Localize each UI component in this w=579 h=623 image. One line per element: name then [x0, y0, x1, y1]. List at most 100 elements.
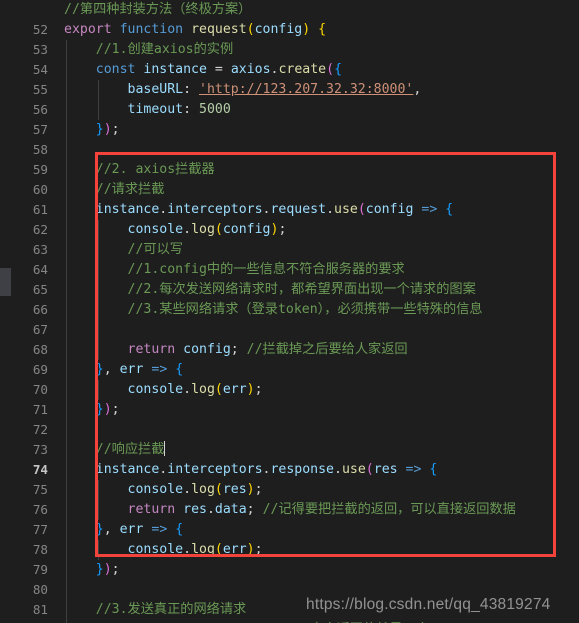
variable-token: instance — [143, 62, 207, 77]
keyword-token: function — [119, 22, 184, 37]
line-content: //3.某些网络请求（登录token），必须携带一些特殊的信息 — [64, 300, 483, 320]
line-content: }); — [95, 122, 120, 137]
code-line[interactable]: 65 //1.config中的一些信息不符合服务器的要求 — [0, 260, 579, 297]
code-line[interactable]: 61 //请求拦截 — [0, 180, 579, 217]
variable-token: console — [127, 542, 184, 557]
line-content: //2. axios拦截器 — [64, 160, 215, 180]
text-caret — [164, 441, 166, 456]
comment-token: //请求拦截 — [95, 182, 165, 197]
line-content: }, err => { — [95, 362, 184, 377]
code-line[interactable]: 70 }, err => { — [0, 360, 579, 397]
code-line[interactable]: 68 — [0, 320, 579, 357]
arrow-token: => — [151, 362, 168, 377]
variable-token: res — [183, 502, 207, 517]
code-line[interactable]: 56 baseURL: 'http://123.207.32.32:8000', — [0, 80, 579, 117]
function-token: create — [278, 62, 327, 77]
arrow-token: => — [405, 462, 422, 477]
comment-token: //记得要把拦截的返回，可以直接返回数据 — [262, 502, 516, 517]
comment-token: //1.创建axios的实例 — [95, 42, 234, 57]
line-content: //3.发送真正的网络请求 — [64, 600, 246, 620]
code-line[interactable]: 62 instance.interceptors.request.use(con… — [0, 200, 579, 237]
code-line[interactable]: 55 const instance = axios.create({ — [0, 60, 579, 97]
line-content: return config; //拦截掉之后要给人家返回 — [127, 342, 408, 357]
line-content: baseURL: 'http://123.207.32.32:8000', — [127, 82, 422, 97]
line-content: instance.interceptors.request.use(config… — [95, 202, 454, 217]
comment-token: //2.每次发送网络请求时，都希望界面出现一个请求的图案 — [127, 282, 476, 297]
line-content: console.log(err); — [127, 382, 263, 397]
code-line[interactable]: 58 }); — [0, 120, 579, 157]
comment-token: //第四种封装方法（终极方案） — [64, 2, 252, 17]
number-token: 5000 — [199, 102, 231, 117]
line-content: //1.config中的一些信息不符合服务器的要求 — [64, 260, 405, 280]
variable-token: config — [365, 202, 414, 217]
code-line[interactable]: 75 instance.interceptors.response.use(re… — [0, 460, 579, 497]
code-line[interactable]: 77 return res.data; //记得要把拦截的返回，可以直接返回数据 — [0, 500, 579, 537]
code-line[interactable]: 82 //3.发送真正的网络请求 — [0, 600, 579, 623]
code-line[interactable]: 81 — [0, 580, 579, 617]
vertical-scrollbar[interactable] — [0, 0, 12, 623]
line-content: //响应拦截 — [64, 440, 166, 460]
code-line[interactable]: 73 — [0, 420, 579, 457]
variable-token: err — [119, 522, 144, 537]
variable-token: axios — [230, 62, 271, 77]
scrollbar-thumb[interactable] — [0, 268, 11, 296]
line-content: const instance = axios.create({ — [95, 62, 343, 77]
code-line[interactable]: 67 //3.某些网络请求（登录token），必须携带一些特殊的信息 — [0, 300, 579, 337]
line-content: //可以写 — [64, 240, 183, 260]
function-token: log — [191, 542, 215, 557]
variable-token: err — [119, 362, 144, 377]
variable-token: instance — [95, 462, 160, 477]
code-line[interactable]: 52 //第四种封装方法（终极方案） — [0, 0, 579, 37]
code-line[interactable]: 78 }, err => { — [0, 520, 579, 557]
code-line[interactable]: 63 console.log(config); — [0, 220, 579, 257]
code-line[interactable]: 79 console.log(err); — [0, 540, 579, 577]
code-line[interactable]: 53 export function request(config) { — [0, 20, 579, 57]
function-token: log — [191, 382, 215, 397]
variable-token: err — [222, 542, 247, 557]
comment-token: //3.发送真正的网络请求 — [95, 602, 247, 617]
variable-token: console — [127, 382, 184, 397]
property-token: baseURL — [127, 82, 184, 97]
line-content: }); — [95, 402, 120, 417]
property-token: interceptors — [167, 462, 263, 477]
code-line[interactable]: 64 //可以写 — [0, 240, 579, 277]
code-line[interactable]: 71 console.log(err); — [0, 380, 579, 417]
function-token: request — [191, 22, 247, 37]
line-content: //1.创建axios的实例 — [64, 40, 233, 60]
comment-token: //拦截掉之后要给人家返回 — [246, 342, 408, 357]
arrow-token: => — [151, 522, 168, 537]
line-content: //2.每次发送网络请求时，都希望界面出现一个请求的图案 — [64, 280, 476, 300]
code-content[interactable]: 52 //第四种封装方法（终极方案） 53 export function re… — [0, 0, 579, 623]
code-line[interactable]: 57 timeout: 5000 — [0, 100, 579, 137]
variable-token: console — [127, 222, 184, 237]
string-token: 'http://123.207.32.32:8000' — [199, 82, 414, 97]
line-content: timeout: 5000 — [127, 102, 231, 117]
variable-token: instance — [95, 202, 160, 217]
code-line[interactable]: 66 //2.每次发送网络请求时，都希望界面出现一个请求的图案 — [0, 280, 579, 317]
line-content: console.log(res); — [127, 482, 263, 497]
code-line[interactable]: 72 }); — [0, 400, 579, 437]
line-content: //请求拦截 — [64, 180, 165, 200]
code-line[interactable]: 59 — [0, 140, 579, 177]
comment-token: //1.config中的一些信息不符合服务器的要求 — [127, 262, 405, 277]
variable-token: res — [222, 482, 247, 497]
keyword-token: const — [95, 62, 136, 77]
variable-token: res — [373, 462, 398, 477]
line-content: console.log(config); — [127, 222, 287, 237]
code-line[interactable]: 80 }); — [0, 560, 579, 597]
code-line[interactable]: 76 console.log(res); — [0, 480, 579, 517]
code-line[interactable]: 54 //1.创建axios的实例 — [0, 40, 579, 77]
keyword-token: return — [127, 342, 176, 357]
property-token: interceptors — [167, 202, 263, 217]
function-token: log — [191, 222, 215, 237]
code-line[interactable]: 69 return config; //拦截掉之后要给人家返回 — [0, 340, 579, 377]
code-editor[interactable]: //axios.interceptors(); 52 //第四种封装方法（终极方… — [0, 0, 579, 623]
property-token: timeout — [127, 102, 184, 117]
code-line[interactable]: 60 //2. axios拦截器 — [0, 160, 579, 197]
line-content: return res.data; //记得要把拦截的返回，可以直接返回数据 — [127, 502, 516, 517]
variable-token: console — [127, 482, 184, 497]
property-token: request — [270, 202, 327, 217]
code-line-active[interactable]: 74 //响应拦截 — [0, 440, 579, 477]
line-content: export function request(config) { — [64, 22, 327, 37]
property-token: response — [270, 462, 335, 477]
